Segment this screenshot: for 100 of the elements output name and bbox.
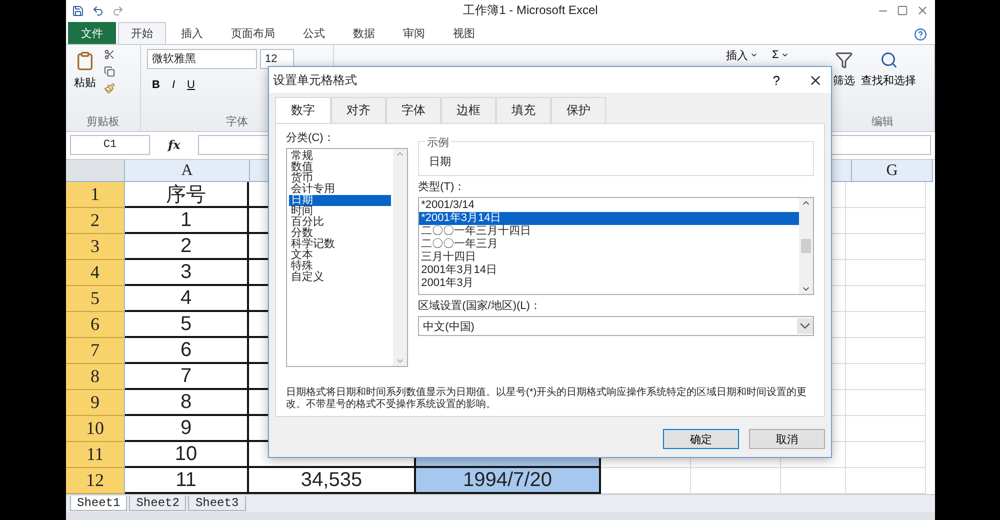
category-item[interactable]: 特殊 [289,261,392,272]
category-item[interactable]: 常规 [289,151,392,162]
column-header[interactable]: G [852,160,933,182]
row-header[interactable]: 7 [66,338,125,364]
name-box[interactable]: C1 [70,135,150,156]
table-cell: 1994/7/20 [416,468,601,494]
italic-button[interactable]: I [166,76,180,92]
row-header[interactable]: 6 [66,312,125,338]
insert-button[interactable]: 插入 [721,46,763,64]
font-size-field[interactable]: 12 [260,48,294,68]
sum-button[interactable]: Σ [767,46,794,64]
type-item[interactable]: 2001年3月 [419,277,799,290]
table-cell: 9 [125,416,249,442]
dialog-tab[interactable]: 字体 [386,97,441,124]
cut-icon[interactable] [104,48,115,60]
row-header[interactable]: 11 [66,442,125,468]
file-tab[interactable]: 文件 [68,22,116,44]
caret-icon [780,51,789,59]
type-label: 类型(T)： [418,180,466,194]
row-header[interactable]: 8 [66,364,125,390]
sample-value: 日期 [428,155,452,169]
category-item[interactable]: 科学记数 [289,239,392,250]
table-cell: 2 [125,234,249,260]
type-item[interactable]: 二〇〇一年三月 [419,238,799,251]
ribbon-tab[interactable]: 页面布局 [218,22,288,44]
dialog-tab[interactable]: 数字 [275,97,331,124]
row-header[interactable]: 10 [66,416,125,442]
sheet-tab[interactable]: Sheet1 [70,496,128,511]
sample-label: 示例 [425,135,452,150]
description-text: 日期格式将日期和时间系列数值显示为日期值。以星号(*)开头的日期格式响应操作系统特定的区域日期和时间设置的更改。不带星号的格式不受操作系统设置的影响。 [286,387,808,411]
underline-button[interactable]: U [182,76,200,92]
bold-button[interactable]: B [147,76,165,92]
ribbon-tab[interactable]: 审阅 [390,22,438,44]
group-label: 字体 [225,114,249,129]
table-cell: 5 [125,312,249,338]
locale-select[interactable]: 中文(中国) [418,316,814,336]
table-cell: 11 [125,468,249,494]
cancel-button[interactable]: 取消 [749,429,825,449]
category-item[interactable]: 时间 [289,206,392,217]
copy-icon[interactable] [104,66,115,76]
category-item[interactable]: 货币 [289,173,392,184]
ribbon-tab[interactable]: 插入 [168,22,216,44]
row-header[interactable]: 5 [66,286,125,312]
category-item[interactable]: 会计专用 [289,184,392,195]
type-item[interactable]: *2001/3/14 [419,199,799,212]
dialog-tab[interactable]: 填充 [496,97,551,124]
category-item[interactable]: 数值 [289,162,392,173]
row-header[interactable]: 9 [66,390,125,416]
ribbon-tab[interactable]: 公式 [290,22,338,44]
paste-button[interactable]: 粘贴 [72,48,98,114]
window-title: 工作簿1 - Microsoft Excel [462,2,599,20]
search-icon [880,50,898,68]
undo-icon[interactable] [92,4,104,17]
category-item[interactable]: 百分比 [289,217,392,228]
table-cell: 34,535 [249,468,416,494]
row-header[interactable]: 12 [66,468,125,494]
type-list[interactable]: *2001/3/14 *2001年3月14日 二〇〇一年三月十四日 二〇〇一年三月 三月十四日 2001年3月14日 2001年3月 [418,197,814,295]
clipboard-icon [75,50,95,70]
table-cell: 1 [125,208,249,234]
filter-button[interactable]: 筛选 [831,48,857,114]
row-header[interactable]: 1 [66,182,125,208]
category-item[interactable]: 自定义 [289,272,392,283]
help-icon[interactable] [914,28,927,40]
group-label: 编辑 [870,114,894,129]
dropdown-caret-icon[interactable] [797,318,813,334]
ribbon-tab[interactable]: 数据 [340,22,388,44]
ribbon-tab[interactable]: 视图 [440,22,488,44]
locale-label: 区域设置(国家/地区)(L)： [418,298,542,313]
dialog-tab[interactable]: 边框 [441,97,496,124]
type-item[interactable]: 二〇〇一年三月十四日 [419,225,799,238]
dialog-tab[interactable]: 对齐 [331,97,386,124]
category-item[interactable]: 分数 [289,228,392,239]
dialog-title: 设置单元格格式 [273,72,358,88]
table-cell: 3 [125,260,249,286]
type-item[interactable]: 2001年3月14日 [419,264,799,277]
fx-label[interactable]: fx [158,138,190,152]
format-painter-icon[interactable] [104,82,115,94]
type-item[interactable]: 三月十四日 [419,251,799,264]
type-item[interactable]: *2001年3月14日 [419,212,799,225]
category-item[interactable]: 文本 [289,250,392,261]
table-cell: 4 [125,286,249,312]
maximize-icon[interactable] [897,5,908,16]
sheet-tab[interactable]: Sheet2 [129,496,186,511]
scroll-thumb[interactable] [801,239,811,253]
redo-icon[interactable] [112,4,124,17]
table-cell: 序号 [125,182,249,208]
find-button[interactable]: 查找和选择 [859,48,918,114]
font-name-field[interactable]: 微软雅黑 [147,48,257,68]
column-header[interactable]: A [125,160,250,182]
sheet-tab[interactable]: Sheet3 [188,496,246,511]
row-header[interactable]: 2 [66,208,125,234]
help-button[interactable]: ? [766,72,786,88]
row-header[interactable]: 3 [66,234,125,260]
caret-icon [750,51,758,59]
save-icon[interactable] [72,4,84,17]
ribbon-tab[interactable]: 开始 [118,22,166,44]
row-header[interactable]: 4 [66,260,125,286]
ok-button[interactable]: 确定 [663,429,739,449]
dialog-tab[interactable]: 保护 [551,97,606,124]
table-cell: 6 [125,338,249,364]
